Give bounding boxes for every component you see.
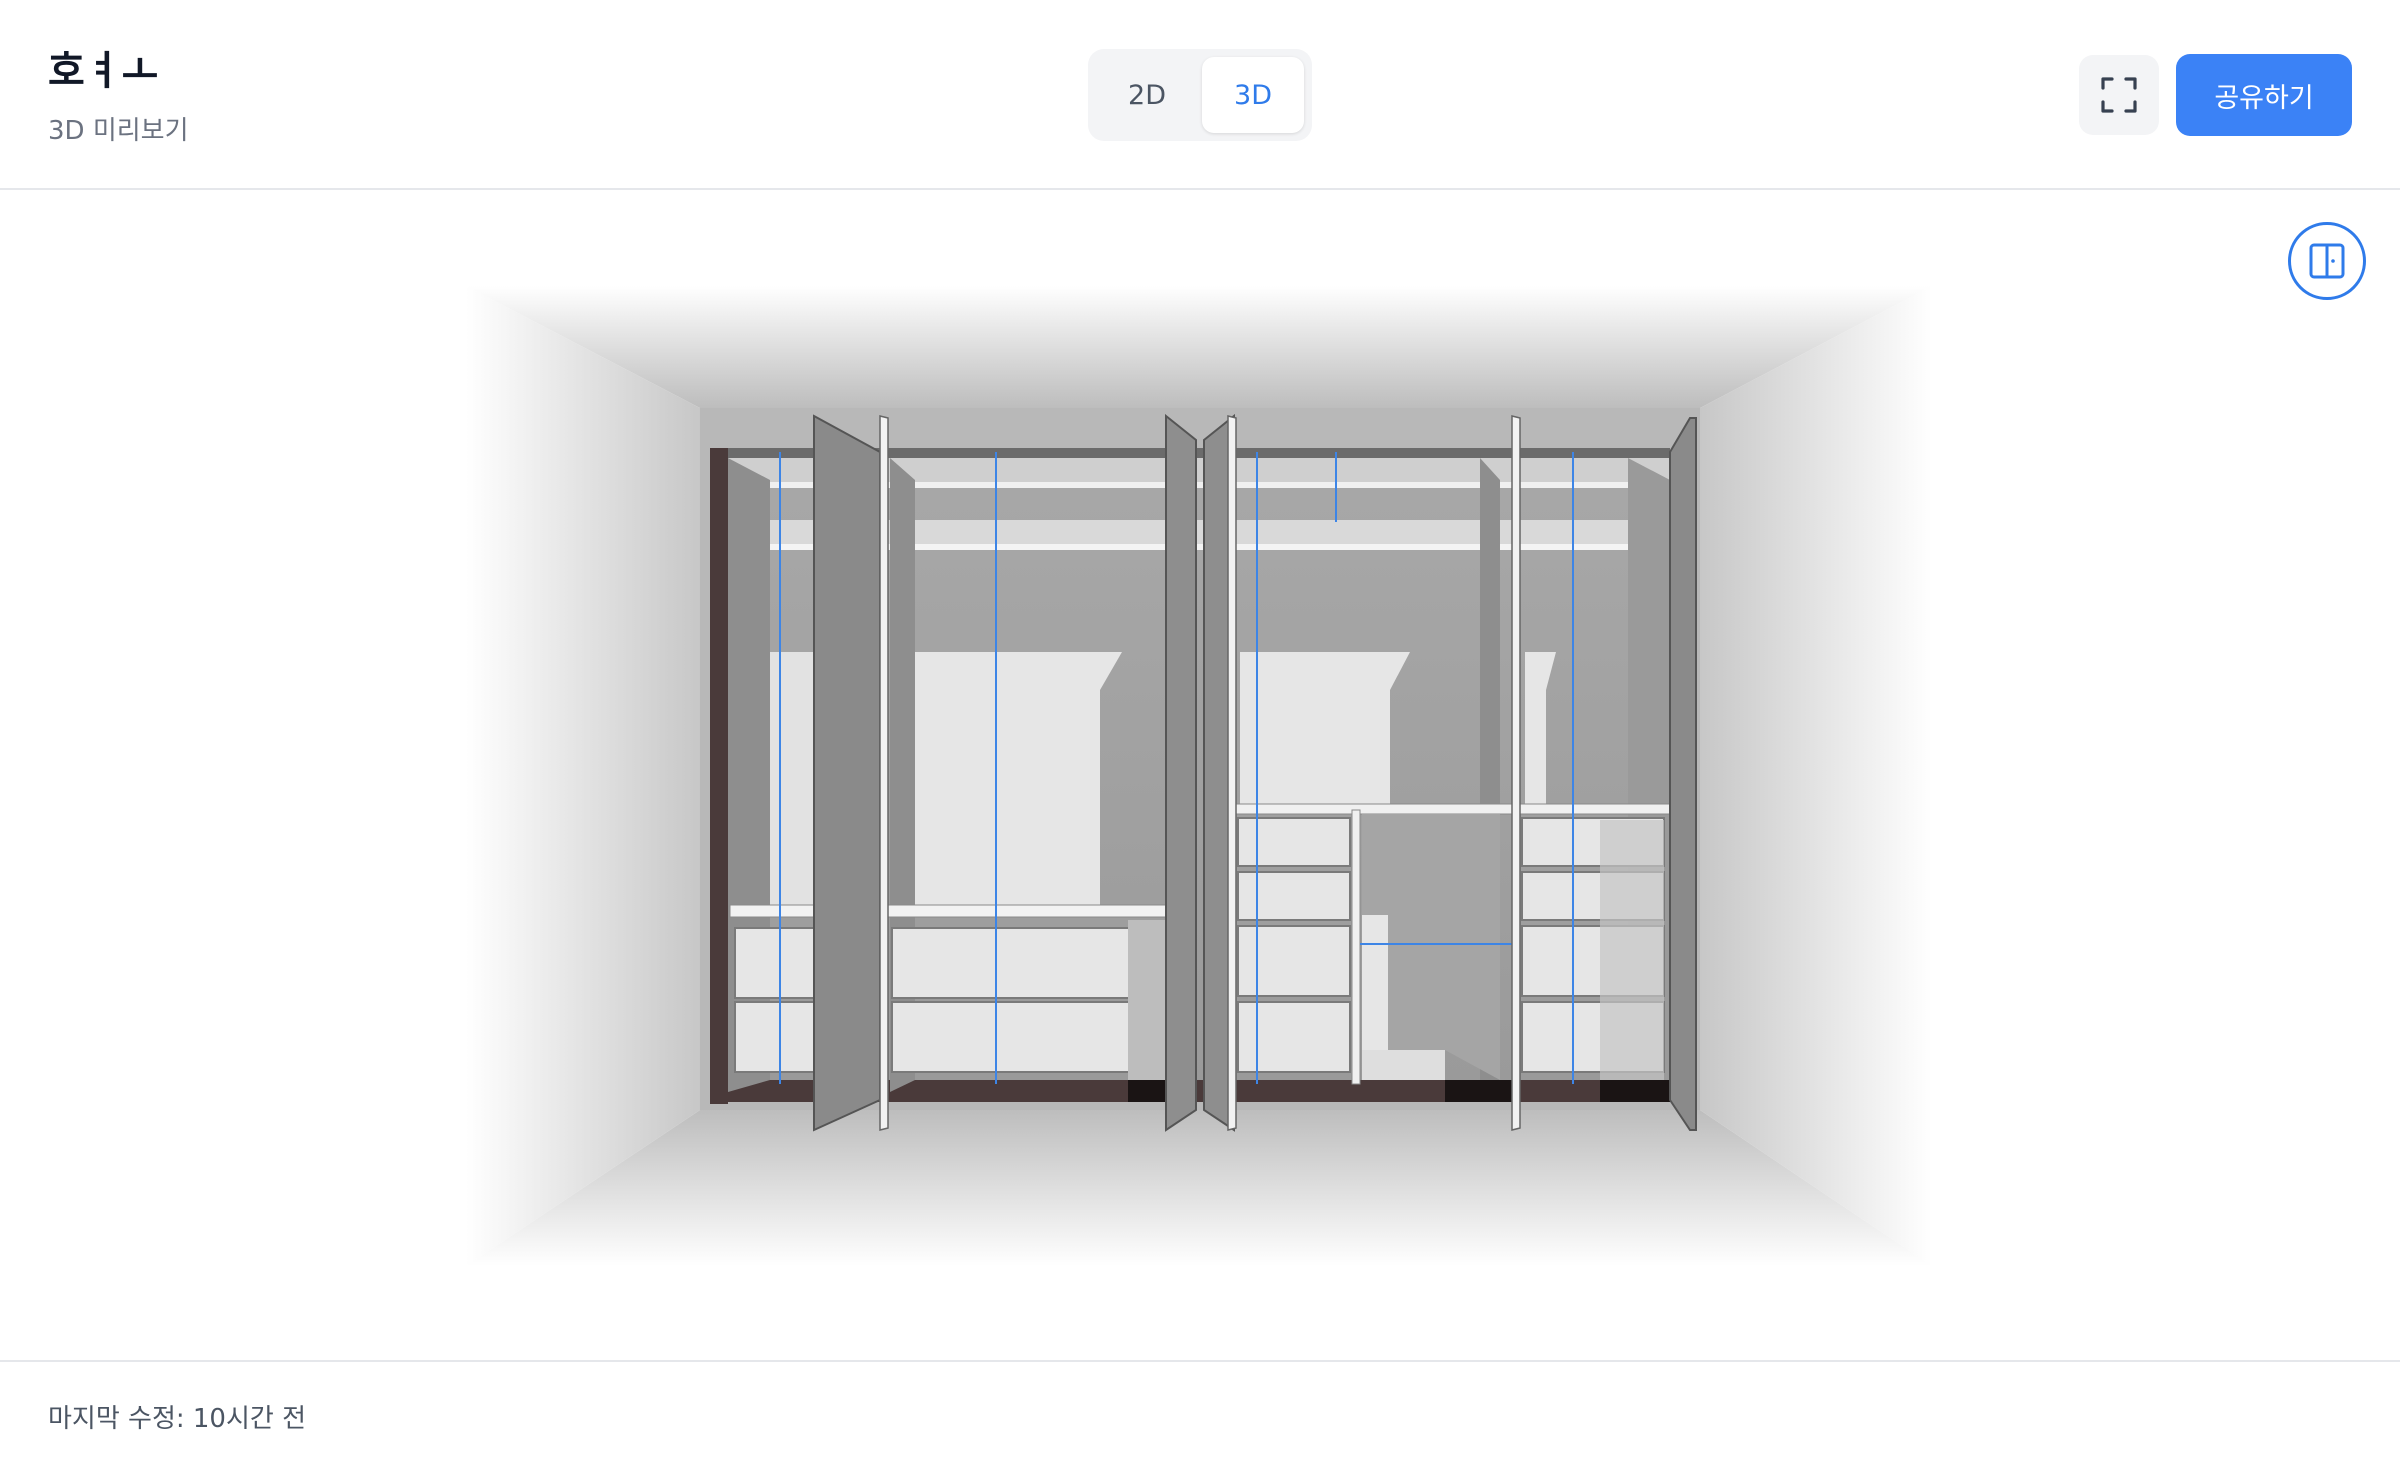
fullscreen-button[interactable] — [2079, 55, 2159, 135]
last-modified-text: 마지막 수정: 10시간 전 — [48, 1404, 306, 1434]
bay3-drawer-3 — [1237, 925, 1351, 997]
bay1-garment-area — [770, 652, 814, 912]
bay4-lower-shade — [1600, 820, 1664, 1080]
door-5 — [1669, 417, 1697, 1131]
floor-dark-strip-1 — [1128, 1080, 1168, 1102]
page-subtitle: 3D 미리보기 — [48, 116, 189, 146]
share-button[interactable]: 공유하기 — [2176, 54, 2352, 136]
bay3-drawer-4 — [1237, 1001, 1351, 1073]
bay3-floor-panel — [1362, 915, 1388, 1050]
page-title: 호ㅕㅗ — [48, 48, 159, 94]
3d-viewport[interactable] — [0, 192, 2400, 1360]
fullscreen-icon — [2101, 77, 2137, 113]
bay2-drawer-1 — [891, 927, 1165, 999]
bay3-floor-light — [1362, 1050, 1445, 1080]
view-mode-toggle: 2D 3D — [1088, 49, 1312, 141]
door-2 — [1165, 413, 1197, 1132]
door-1-edge — [879, 415, 889, 1131]
bay3-garment-area — [1240, 652, 1410, 805]
bay2-lower-shade — [1128, 920, 1168, 1080]
door-4-edge — [1511, 415, 1521, 1131]
room-right-wall — [1700, 286, 1932, 1266]
door-1 — [813, 414, 881, 1132]
bay2-drawer-2 — [891, 1001, 1165, 1073]
bay1-mid-shelf — [729, 904, 1171, 918]
door-3-edge — [1227, 415, 1237, 1131]
bay3-divider-shelf — [1235, 803, 1671, 815]
bay3-drawer-2 — [1237, 871, 1351, 921]
bay3-divider — [1351, 809, 1361, 1085]
view-3d-button[interactable]: 3D — [1202, 57, 1304, 133]
room-left-wall — [466, 286, 700, 1266]
bay3-drawer-1 — [1237, 817, 1351, 867]
room-ceiling — [466, 286, 1932, 408]
bay2-garment-area — [915, 652, 1122, 912]
app-header: 호ㅕㅗ 3D 미리보기 2D 3D 공유하기 — [0, 0, 2400, 190]
wardrobe-3d-scene — [466, 286, 1932, 1266]
wardrobe-left-end-panel — [710, 448, 728, 1104]
floor-dark-strip-2 — [1445, 1080, 1515, 1102]
room-floor — [466, 1110, 1932, 1266]
floor-dark-strip-3 — [1600, 1080, 1670, 1102]
door-toggle-button[interactable] — [2288, 222, 2366, 300]
app-footer: 마지막 수정: 10시간 전 — [0, 1360, 2400, 1468]
view-2d-button[interactable]: 2D — [1096, 57, 1198, 133]
door-icon — [2309, 243, 2345, 279]
